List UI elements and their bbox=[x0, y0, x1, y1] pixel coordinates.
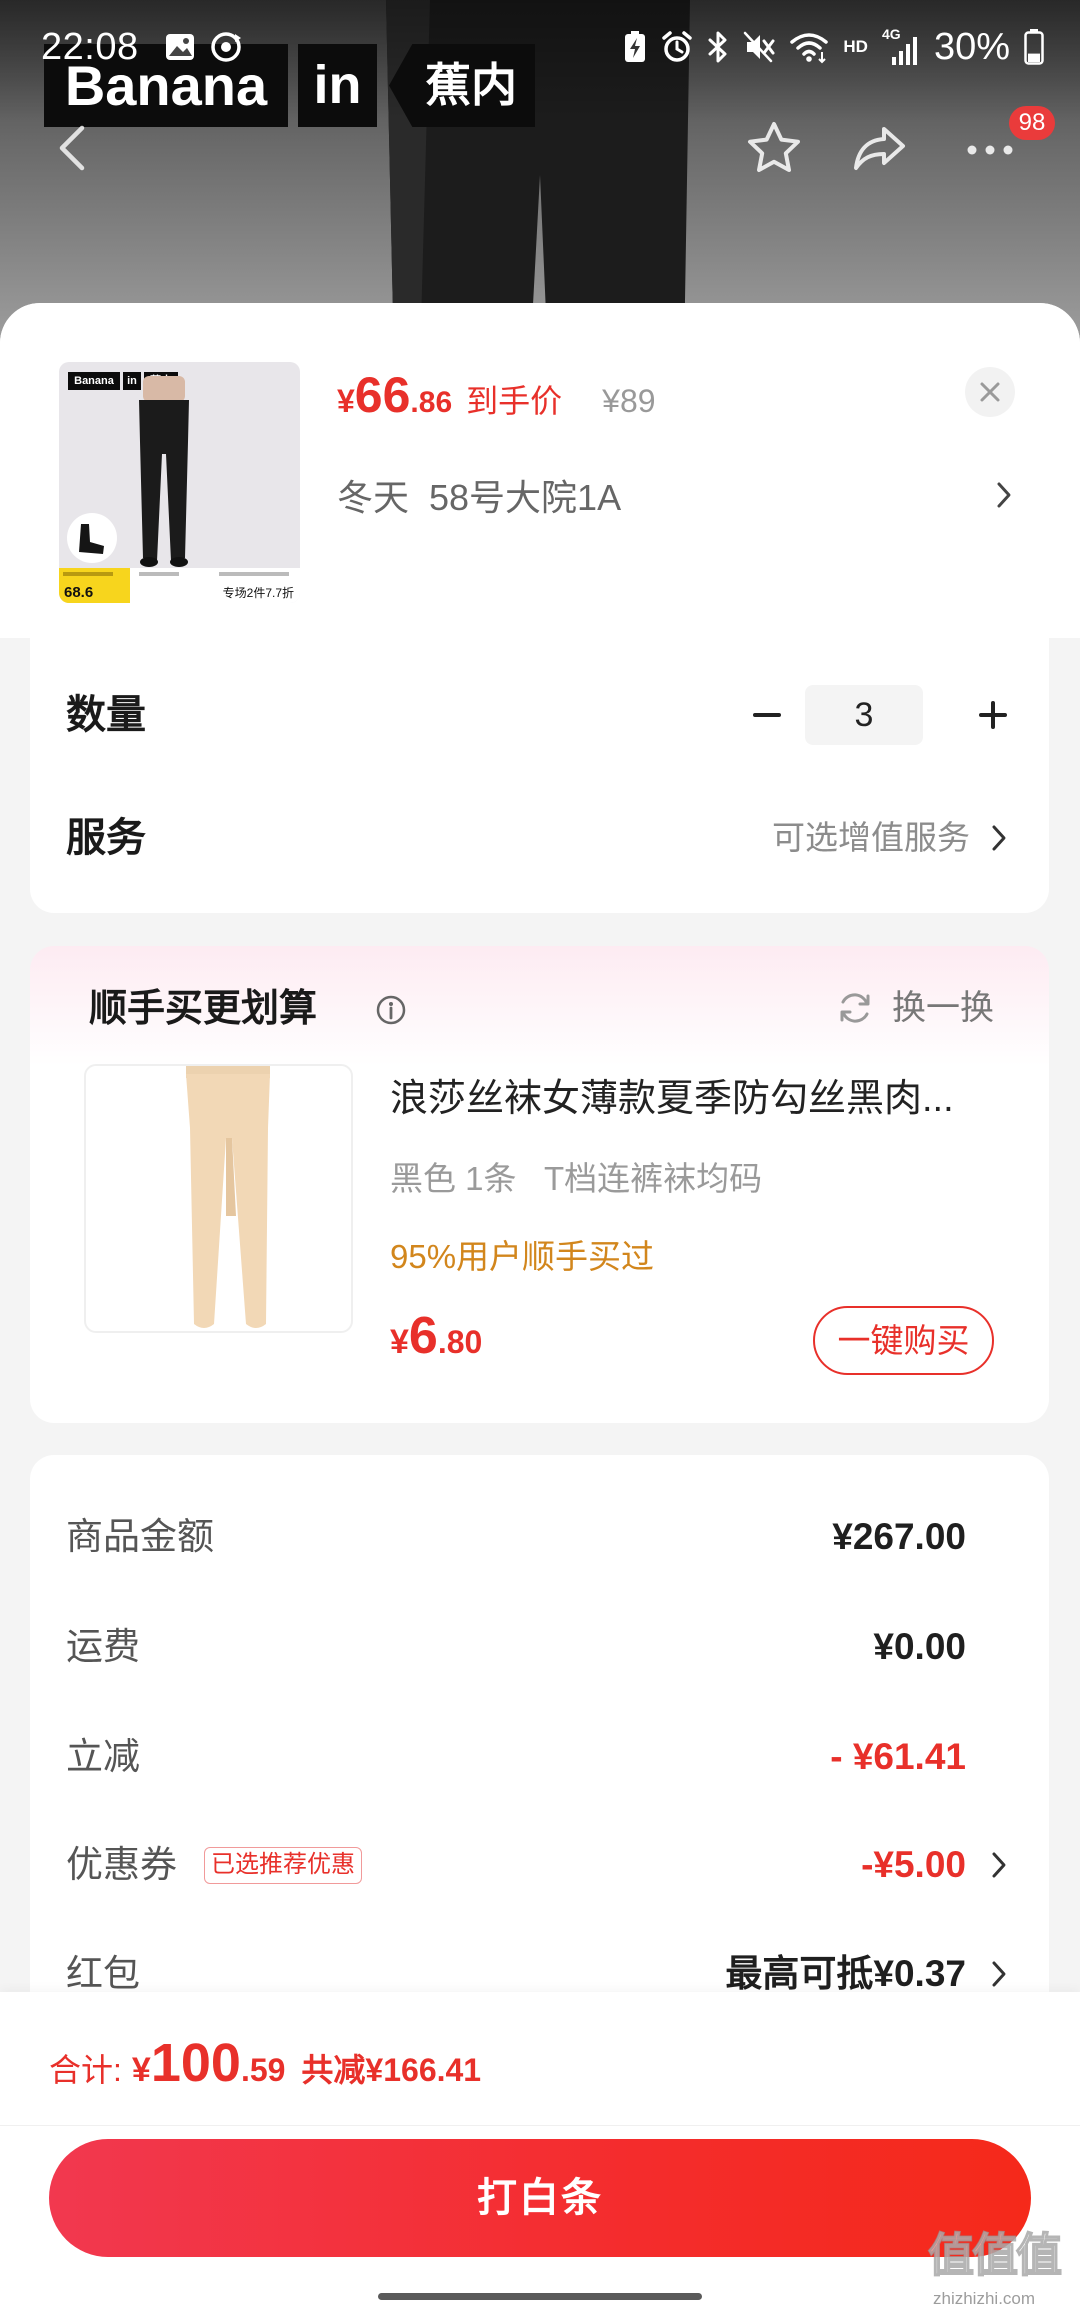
price-integer: 66 bbox=[354, 367, 411, 423]
more-notification-badge: 98 bbox=[1009, 106, 1055, 140]
bundle-recommendation-card: 顺手买更划算 换一换 浪莎丝袜女薄款夏季防勾丝黑肉... 黑色 1条 T档连裤袜… bbox=[30, 946, 1049, 1423]
close-button[interactable] bbox=[965, 367, 1015, 417]
summary-value-shipping: ¥0.00 bbox=[873, 1626, 966, 1667]
service-label: 服务 bbox=[66, 816, 146, 860]
price-currency: ¥ bbox=[337, 383, 355, 419]
total-label: 合计: bbox=[49, 2052, 122, 2088]
status-time: 22:08 bbox=[41, 26, 139, 68]
thumb-price: 68.6 bbox=[64, 584, 94, 601]
info-icon[interactable] bbox=[375, 994, 407, 1026]
total-decimal: .59 bbox=[240, 2052, 286, 2088]
plus-icon bbox=[979, 701, 1007, 729]
battery-percentage: 30% bbox=[933, 26, 1010, 68]
quantity-stepper[interactable]: 3 bbox=[805, 685, 923, 745]
gallery-icon bbox=[166, 34, 194, 60]
alarm-icon bbox=[662, 31, 693, 62]
bundle-item-price: ¥ 6 .80 bbox=[390, 1306, 482, 1370]
bundle-item-image[interactable] bbox=[84, 1064, 353, 1333]
chevron-right-icon[interactable] bbox=[988, 1955, 1010, 1993]
summary-label-red-packet: 红包 bbox=[66, 1953, 140, 1994]
hd-voice-indicator: HD bbox=[843, 37, 868, 56]
bundle-item-title[interactable]: 浪莎丝袜女薄款夏季防勾丝黑肉... bbox=[390, 1076, 990, 1122]
status-indicators: HD 4G 30% bbox=[623, 24, 1044, 70]
bundle-item-spec: 黑色 1条 T档连裤袜均码 bbox=[390, 1160, 763, 1197]
summary-label-coupon: 优惠券 bbox=[66, 1844, 177, 1885]
summary-value-coupon[interactable]: -¥5.00 bbox=[861, 1842, 966, 1888]
battery-fill bbox=[1028, 53, 1040, 62]
chevron-right-icon[interactable] bbox=[988, 819, 1010, 857]
chevron-right-icon[interactable] bbox=[993, 476, 1015, 514]
pay-with-baitiao-button[interactable]: 打白条 bbox=[49, 2139, 1031, 2257]
watermark-url: zhizhizhi.com bbox=[933, 2289, 1036, 2308]
decrease-button[interactable] bbox=[747, 695, 787, 735]
bluetooth-icon bbox=[708, 31, 727, 63]
summary-label-instant-discount: 立减 bbox=[66, 1736, 140, 1777]
original-price: ¥89 bbox=[602, 383, 656, 419]
increase-button[interactable] bbox=[973, 695, 1013, 735]
battery-icon bbox=[1024, 29, 1044, 65]
minus-icon bbox=[753, 713, 781, 717]
refresh-label[interactable]: 换一换 bbox=[892, 986, 994, 1030]
close-icon bbox=[980, 382, 1000, 402]
share-button[interactable] bbox=[850, 118, 910, 178]
summary-label-subtotal: 商品金额 bbox=[66, 1516, 214, 1557]
total-integer: 100 bbox=[150, 2033, 241, 2093]
bundle-social-proof: 95%用户顺手买过 bbox=[390, 1238, 655, 1275]
price-label: 到手价 bbox=[466, 383, 563, 419]
bundle-price-decimal: .80 bbox=[437, 1324, 483, 1360]
price-decimal: .86 bbox=[410, 386, 453, 419]
final-price: ¥ 66 .86 到手价 ¥89 bbox=[337, 366, 656, 430]
thumb-promo: 专场2件7.7折 bbox=[222, 586, 294, 600]
back-button[interactable] bbox=[46, 118, 106, 178]
selected-variant[interactable]: 冬天 58号大院1A bbox=[337, 475, 621, 521]
summary-value-instant-discount: - ¥61.41 bbox=[830, 1736, 966, 1777]
star-icon bbox=[748, 122, 800, 172]
bundle-title: 顺手买更划算 bbox=[89, 988, 318, 1030]
summary-value-subtotal: ¥267.00 bbox=[832, 1516, 966, 1557]
refresh-icon bbox=[840, 993, 870, 1023]
summary-value-red-packet[interactable]: 最高可抵¥0.37 bbox=[725, 1951, 966, 1997]
quantity-label: 数量 bbox=[66, 693, 146, 737]
one-click-buy-button[interactable]: 一键购买 bbox=[813, 1306, 994, 1375]
divider bbox=[0, 2125, 1080, 2126]
product-thumbnail[interactable]: Banana in 蕉内 68.6 专场2件7.7折 bbox=[59, 362, 300, 603]
thumb-product-photo bbox=[59, 376, 300, 603]
service-options-link[interactable]: 可选增值服务 bbox=[772, 818, 970, 858]
bundle-price-integer: 6 bbox=[408, 1307, 438, 1365]
chevron-right-icon[interactable] bbox=[988, 1846, 1010, 1884]
battery-saver-icon bbox=[625, 31, 646, 62]
total-savings: 共减¥166.41 bbox=[301, 2052, 482, 2088]
favorite-button[interactable] bbox=[744, 118, 804, 178]
coupon-recommended-badge: 已选推荐优惠 bbox=[204, 1847, 362, 1884]
share-icon bbox=[854, 127, 905, 170]
mute-icon bbox=[744, 31, 775, 63]
order-total: 合计: ¥ 100 .59 共减¥166.41 bbox=[49, 2032, 481, 2096]
status-bar: 22:08 HD 4G 30% bbox=[0, 0, 1080, 96]
signal-icon bbox=[891, 37, 917, 65]
home-indicator[interactable] bbox=[378, 2293, 702, 2300]
tights-photo bbox=[186, 1066, 270, 1328]
total-currency: ¥ bbox=[131, 2051, 151, 2089]
bundle-price-currency: ¥ bbox=[390, 1323, 409, 1361]
watermark-logo: 值值值 bbox=[927, 2228, 1063, 2282]
sync-icon bbox=[211, 32, 241, 62]
summary-label-shipping: 运费 bbox=[66, 1626, 140, 1667]
mobile-network-indicator: 4G bbox=[882, 27, 920, 67]
wifi-icon bbox=[790, 33, 829, 64]
back-arrow-icon bbox=[59, 125, 85, 171]
quantity-service-card: 数量 3 服务 可选增值服务 bbox=[30, 638, 1049, 913]
